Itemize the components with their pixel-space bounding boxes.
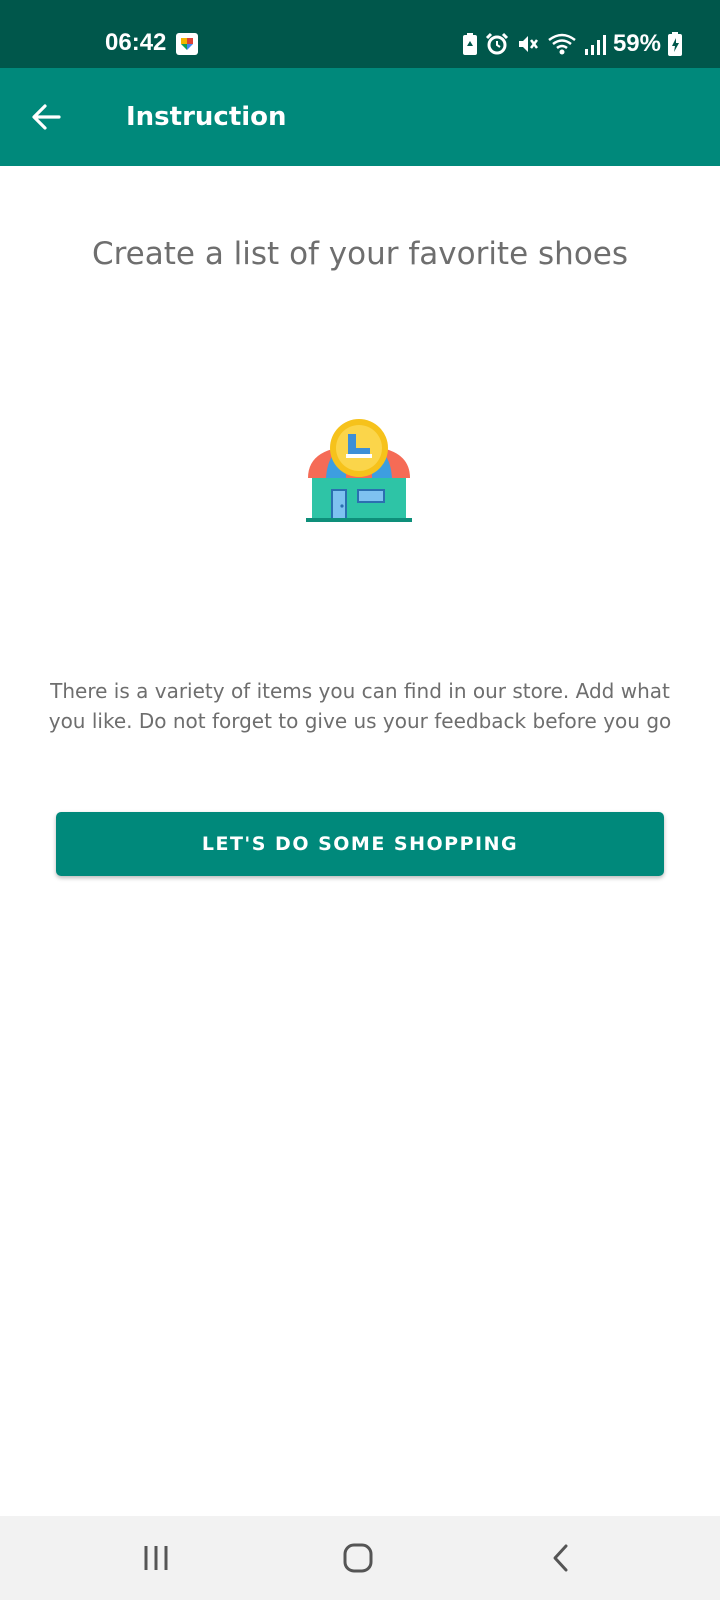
home-icon xyxy=(343,1543,373,1573)
battery-saver-icon xyxy=(462,33,477,55)
status-icons: 59% xyxy=(462,30,682,58)
notification-icon xyxy=(176,33,198,55)
shoe-store-icon xyxy=(306,419,412,522)
page-title: Instruction xyxy=(126,102,287,132)
start-shopping-button[interactable]: LET'S DO SOME SHOPPING xyxy=(56,812,664,876)
back-button[interactable] xyxy=(22,93,70,141)
instruction-description: There is a variety of items you can find… xyxy=(48,679,672,733)
recent-apps-button[interactable] xyxy=(128,1536,184,1580)
nav-back-button[interactable] xyxy=(532,1536,588,1580)
back-icon xyxy=(553,1544,568,1572)
signal-icon xyxy=(584,35,606,55)
instruction-heading: Create a list of your favorite shoes xyxy=(91,236,629,272)
wifi-icon xyxy=(548,33,576,55)
status-time: 06:42 xyxy=(105,29,167,56)
home-button[interactable] xyxy=(330,1536,386,1580)
app-bar: Instruction xyxy=(0,68,720,166)
recent-apps-icon xyxy=(144,1546,168,1570)
battery-charging-icon xyxy=(668,32,682,56)
arrow-back-icon xyxy=(32,104,61,130)
system-nav-bar xyxy=(0,1516,720,1600)
battery-percentage: 59% xyxy=(612,30,661,57)
mute-icon xyxy=(518,36,538,52)
status-bar: 06:42 59% xyxy=(0,0,720,68)
alarm-icon xyxy=(485,32,509,55)
